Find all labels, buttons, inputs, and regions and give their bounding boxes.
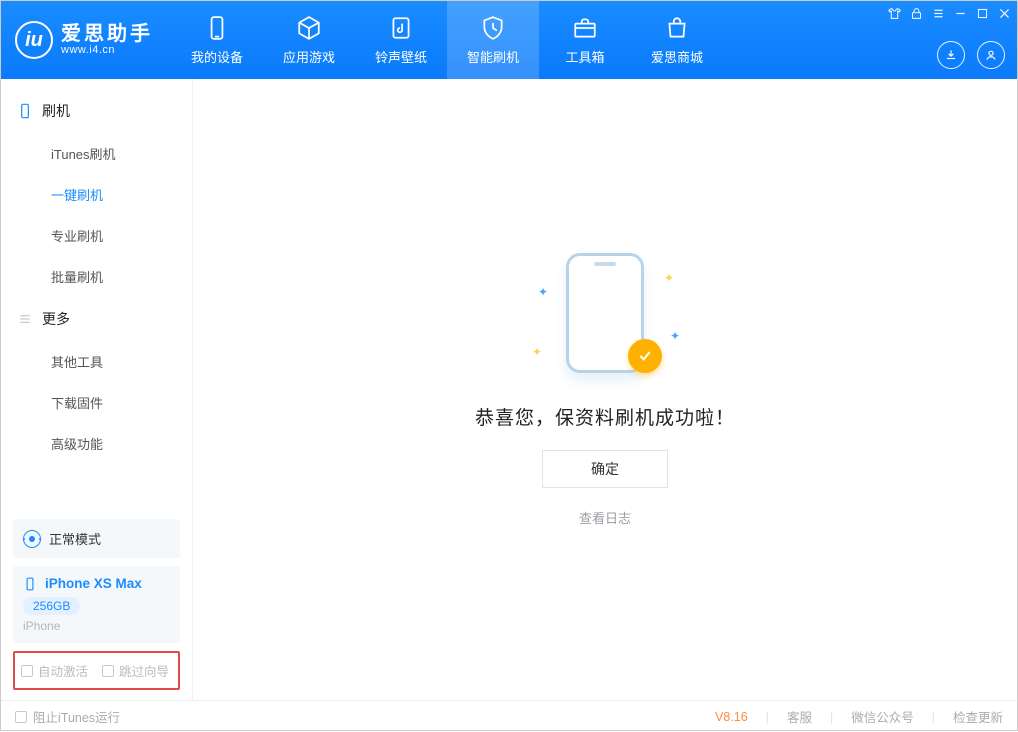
sidebar-item-oneclick-flash[interactable]: 一键刷机 xyxy=(1,174,192,215)
header-right xyxy=(937,41,1005,69)
sidebar-group-label: 更多 xyxy=(42,309,70,329)
nav-smart-flash[interactable]: 智能刷机 xyxy=(447,1,539,79)
nav-label: 爱思商城 xyxy=(651,47,703,66)
checkbox-label: 跳过向导 xyxy=(119,661,169,680)
user-button[interactable] xyxy=(977,41,1005,69)
device-icon xyxy=(203,14,231,42)
cube-icon xyxy=(295,14,323,42)
checkbox-auto-activate[interactable]: 自动激活 xyxy=(21,661,88,680)
brand-logo-icon: iu xyxy=(15,21,53,59)
brand-url: www.i4.cn xyxy=(61,44,153,56)
sidebar-item-batch-flash[interactable]: 批量刷机 xyxy=(1,256,192,297)
separator: | xyxy=(766,710,769,724)
titlebar-controls xyxy=(888,7,1011,20)
sidebar-group-more[interactable]: 更多 xyxy=(1,297,192,341)
checkbox-icon xyxy=(15,711,27,723)
checkbox-label: 阻止iTunes运行 xyxy=(33,707,120,726)
brand-title: 爱思助手 xyxy=(61,24,153,44)
sidebar-item-advanced[interactable]: 高级功能 xyxy=(1,423,192,464)
check-badge-icon xyxy=(628,339,662,373)
nav-store[interactable]: 爱思商城 xyxy=(631,1,723,79)
success-message: 恭喜您，保资料刷机成功啦！ xyxy=(475,403,735,430)
store-icon xyxy=(663,14,691,42)
device-phone-icon xyxy=(23,577,37,591)
checkbox-skip-guide[interactable]: 跳过向导 xyxy=(102,661,169,680)
brand-text: 爱思助手 www.i4.cn xyxy=(61,24,153,56)
top-nav: 我的设备 应用游戏 铃声壁纸 智能刷机 工具箱 xyxy=(171,1,723,79)
sidebar-item-other-tools[interactable]: 其他工具 xyxy=(1,341,192,382)
support-link[interactable]: 客服 xyxy=(787,707,812,726)
statusbar: 阻止iTunes运行 V8.16 | 客服 | 微信公众号 | 检查更新 xyxy=(1,700,1017,732)
app-body: 刷机 iTunes刷机 一键刷机 专业刷机 批量刷机 更多 其他工具 下载固件 … xyxy=(1,79,1017,700)
sidebar-group-flash[interactable]: 刷机 xyxy=(1,89,192,133)
checkbox-icon xyxy=(102,665,114,677)
ok-button[interactable]: 确定 xyxy=(542,450,668,488)
device-mode-label: 正常模式 xyxy=(49,529,101,548)
sparkle-icon: ✦ xyxy=(532,345,542,359)
device-info[interactable]: iPhone XS Max 256GB iPhone xyxy=(13,566,180,643)
sidebar-item-download-firmware[interactable]: 下载固件 xyxy=(1,382,192,423)
nav-ringtones-wallpapers[interactable]: 铃声壁纸 xyxy=(355,1,447,79)
nav-label: 工具箱 xyxy=(565,47,604,66)
view-log-link[interactable]: 查看日志 xyxy=(579,508,631,527)
nav-label: 铃声壁纸 xyxy=(375,47,427,66)
phone-icon xyxy=(17,103,33,119)
checkbox-icon xyxy=(21,665,33,677)
device-panel: 正常模式 iPhone XS Max 256GB iPhone 自动激活 xyxy=(1,519,192,700)
statusbar-right: V8.16 | 客服 | 微信公众号 | 检查更新 xyxy=(715,707,1003,726)
nav-label: 智能刷机 xyxy=(467,47,519,66)
nav-label: 应用游戏 xyxy=(283,47,335,66)
toolbox-icon xyxy=(571,14,599,42)
tshirt-icon[interactable] xyxy=(888,7,901,20)
device-name: iPhone XS Max xyxy=(45,576,142,591)
options-box: 自动激活 跳过向导 xyxy=(13,651,180,690)
checkbox-block-itunes[interactable]: 阻止iTunes运行 xyxy=(15,707,120,726)
version-label: V8.16 xyxy=(715,710,748,724)
wechat-link[interactable]: 微信公众号 xyxy=(851,707,914,726)
mode-icon xyxy=(23,530,41,548)
nav-apps-games[interactable]: 应用游戏 xyxy=(263,1,355,79)
music-icon xyxy=(387,14,415,42)
close-button[interactable] xyxy=(998,7,1011,20)
separator: | xyxy=(830,710,833,724)
minimize-button[interactable] xyxy=(954,7,967,20)
more-icon xyxy=(17,311,33,327)
shield-icon xyxy=(479,14,507,42)
sparkle-icon: ✦ xyxy=(664,271,674,285)
download-button[interactable] xyxy=(937,41,965,69)
sidebar-item-pro-flash[interactable]: 专业刷机 xyxy=(1,215,192,256)
sidebar-group-label: 刷机 xyxy=(42,101,70,121)
checkbox-label: 自动激活 xyxy=(38,661,88,680)
app-header: iu 爱思助手 www.i4.cn 我的设备 应用游戏 铃声壁纸 xyxy=(1,1,1017,79)
brand: iu 爱思助手 www.i4.cn xyxy=(1,1,171,79)
device-type: iPhone xyxy=(23,619,170,633)
nav-label: 我的设备 xyxy=(191,47,243,66)
sparkle-icon: ✦ xyxy=(538,285,548,299)
device-mode[interactable]: 正常模式 xyxy=(13,519,180,558)
check-update-link[interactable]: 检查更新 xyxy=(953,707,1003,726)
sidebar: 刷机 iTunes刷机 一键刷机 专业刷机 批量刷机 更多 其他工具 下载固件 … xyxy=(1,79,193,700)
success-illustration: ✦ ✦ ✦ ✦ xyxy=(530,253,680,383)
separator: | xyxy=(932,710,935,724)
menu-icon[interactable] xyxy=(932,7,945,20)
sidebar-item-itunes-flash[interactable]: iTunes刷机 xyxy=(1,133,192,174)
nav-toolbox[interactable]: 工具箱 xyxy=(539,1,631,79)
sparkle-icon: ✦ xyxy=(670,329,680,343)
main-content: ✦ ✦ ✦ ✦ 恭喜您，保资料刷机成功啦！ 确定 查看日志 xyxy=(193,79,1017,700)
nav-my-device[interactable]: 我的设备 xyxy=(171,1,263,79)
device-capacity: 256GB xyxy=(23,597,80,615)
maximize-button[interactable] xyxy=(976,7,989,20)
lock-icon[interactable] xyxy=(910,7,923,20)
